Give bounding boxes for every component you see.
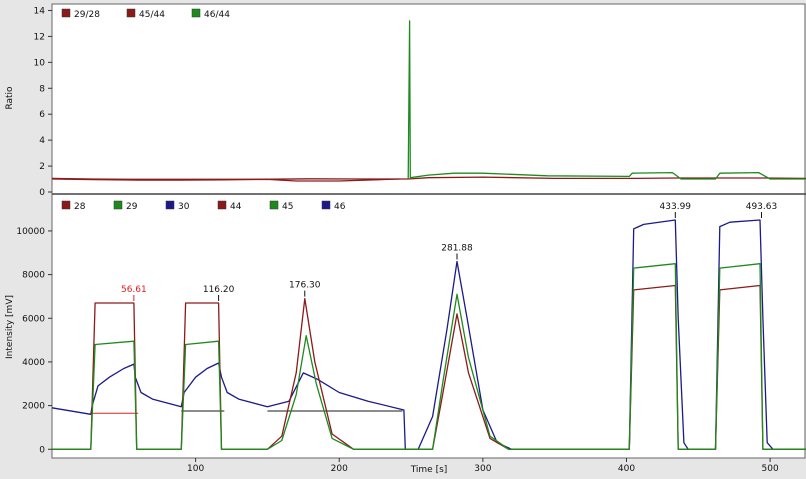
intensity-peak-label: 56.61 xyxy=(121,285,147,295)
intensity-legend-swatch xyxy=(269,200,279,210)
ratio-ytick-label: 14 xyxy=(34,6,46,16)
ratio-legend-label: 46/44 xyxy=(204,10,230,20)
intensity-legend-label: 46 xyxy=(334,202,346,212)
ratio-ytick-label: 6 xyxy=(39,110,45,120)
intensity-peak-label: 281.88 xyxy=(441,244,473,254)
ratio-legend-swatch xyxy=(126,8,136,18)
intensity-legend-swatch xyxy=(217,200,227,210)
intensity-legend-label: 29 xyxy=(126,202,138,212)
intensity-xtick-label: 300 xyxy=(474,464,491,474)
ratio-ytick-label: 0 xyxy=(39,188,45,198)
intensity-xlabel: Time [s] xyxy=(410,465,448,475)
ratio-legend-swatch xyxy=(61,8,71,18)
intensity-ytick-label: 0 xyxy=(39,445,45,455)
ratio-ytick-label: 10 xyxy=(34,58,46,68)
intensity-peak-label: 433.99 xyxy=(660,202,692,212)
ratio-ytick-label: 2 xyxy=(39,162,45,172)
intensity-legend-label: 44 xyxy=(230,202,242,212)
intensity-ytick-label: 2000 xyxy=(22,402,45,412)
intensity-legend-swatch xyxy=(321,200,331,210)
intensity-ytick-label: 4000 xyxy=(22,358,45,368)
intensity-legend-swatch xyxy=(61,200,71,210)
intensity-xtick-label: 100 xyxy=(187,464,204,474)
intensity-legend-label: 45 xyxy=(282,202,293,212)
intensity-legend-swatch xyxy=(113,200,123,210)
intensity-legend-label: 30 xyxy=(178,202,190,212)
intensity-ytick-label: 6000 xyxy=(22,314,45,324)
ratio-legend-label: 29/28 xyxy=(74,10,100,20)
intensity-legend-label: 28 xyxy=(74,202,86,212)
ratio-ytick-label: 4 xyxy=(39,136,45,146)
intensity-peak-label: 116.20 xyxy=(203,285,235,295)
intensity-xtick-label: 400 xyxy=(618,464,635,474)
chart-svg: 02468101214Ratio29/28 45/44 46/44020004000… xyxy=(5,3,806,475)
intensity-legend-swatch xyxy=(165,200,175,210)
intensity-ylabel: Intensity [mV] xyxy=(5,295,15,359)
plot-frame xyxy=(51,3,806,459)
intensity-ytick-label: 10000 xyxy=(16,227,45,237)
ratio-ytick-label: 12 xyxy=(34,32,45,42)
intensity-ytick-label: 8000 xyxy=(22,271,45,281)
ratio-legend-swatch xyxy=(191,8,201,18)
intensity-xtick-label: 200 xyxy=(331,464,348,474)
chart-root: 0 2 4 6 8 10 12 14 Ratio 29/28 45/44 46/44 0 2000 4000… xyxy=(0,0,806,475)
intensity-peak-label: 493.63 xyxy=(746,202,778,212)
ratio-ytick-label: 8 xyxy=(39,84,45,94)
intensity-xtick-label: 500 xyxy=(762,464,779,474)
ratio-legend-label: 45/44 xyxy=(139,10,165,20)
intensity-peak-label: 176.30 xyxy=(289,281,321,291)
ratio-ylabel: Ratio xyxy=(5,86,15,110)
